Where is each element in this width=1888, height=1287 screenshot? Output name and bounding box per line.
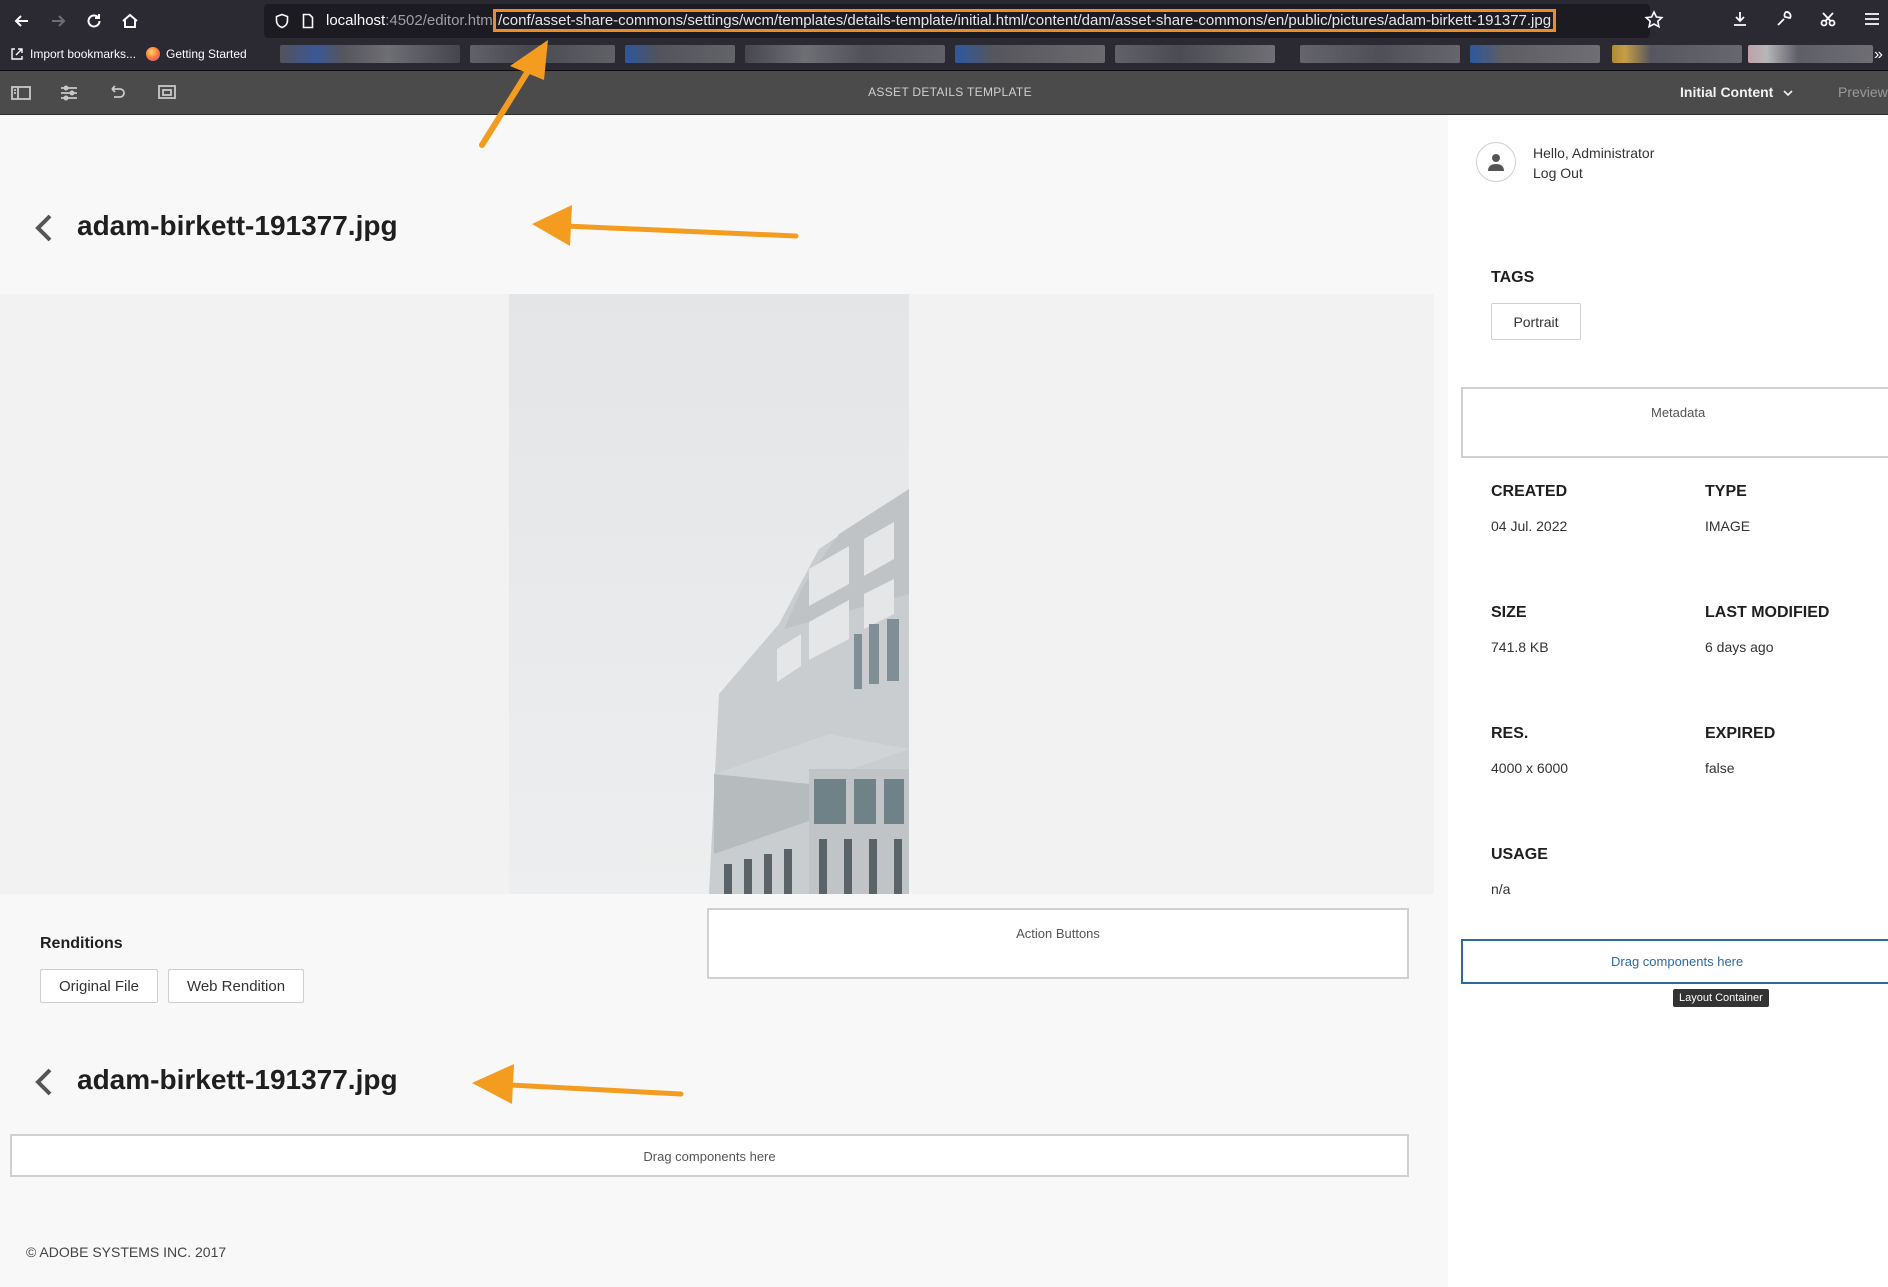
home-icon[interactable] <box>118 9 142 33</box>
drag-components-placeholder[interactable]: Drag components here <box>10 1134 1409 1177</box>
created-label: CREATED <box>1491 483 1568 500</box>
last-modified-value: 6 days ago <box>1705 639 1774 655</box>
tools-wrench-icon[interactable] <box>1774 9 1794 34</box>
resolution-value: 4000 x 6000 <box>1491 760 1569 776</box>
usage-label: USAGE <box>1491 846 1548 863</box>
created-value: 04 Jul. 2022 <box>1491 518 1568 534</box>
screenshot-icon[interactable] <box>1818 9 1838 34</box>
size-label: SIZE <box>1491 604 1527 621</box>
import-icon <box>11 48 23 60</box>
user-greeting-block: Hello, Administrator Log Out <box>1533 143 1654 183</box>
back-icon[interactable] <box>10 9 34 33</box>
toolbar-right <box>1730 9 1882 34</box>
bookmark-star-icon[interactable] <box>1644 10 1664 35</box>
reload-icon[interactable] <box>82 9 106 33</box>
url-port-path: :4502/editor.html <box>385 12 497 29</box>
blurred-bookmark <box>745 45 945 63</box>
firefox-icon <box>146 47 160 61</box>
url-host: localhost <box>326 12 386 29</box>
bookmark-getting-started[interactable]: Getting Started <box>146 47 247 61</box>
blurred-bookmark <box>470 45 615 63</box>
type-label: TYPE <box>1705 483 1747 500</box>
chevron-down-icon <box>1783 89 1793 96</box>
url-bar[interactable]: localhost:4502/editor.html/conf/asset-sh… <box>264 4 1650 38</box>
url-text: localhost:4502/editor.html/conf/asset-sh… <box>326 4 1557 38</box>
mode-label: Initial Content <box>1680 84 1774 100</box>
user-greeting: Hello, Administrator <box>1533 145 1655 161</box>
original-file-button[interactable]: Original File <box>40 969 158 1003</box>
blurred-bookmark <box>1748 45 1873 63</box>
resolution-label: RES. <box>1491 725 1529 742</box>
blurred-bookmark <box>955 45 1105 63</box>
back-chevron-icon[interactable] <box>32 212 56 244</box>
asset-title-bottom: adam-birkett-191377.jpg <box>77 1064 398 1095</box>
blurred-bookmark <box>1470 45 1600 63</box>
expired-label: EXPIRED <box>1705 725 1776 742</box>
menu-icon[interactable] <box>1862 9 1882 34</box>
usage-value: n/a <box>1491 881 1511 897</box>
downloads-icon[interactable] <box>1730 9 1750 34</box>
renditions-heading: Renditions <box>40 935 123 952</box>
template-title: ASSET DETAILS TEMPLATE <box>868 85 1032 99</box>
bookmark-import[interactable]: Import bookmarks... <box>10 47 136 61</box>
bookmark-import-label: Import bookmarks... <box>30 47 137 61</box>
tag-portrait[interactable]: Portrait <box>1491 303 1581 340</box>
editor-toolbar: ASSET DETAILS TEMPLATE Initial Content P… <box>0 71 1888 115</box>
forward-icon[interactable] <box>46 9 70 33</box>
expired-value: false <box>1705 760 1735 776</box>
blurred-bookmark <box>625 45 735 63</box>
last-modified-label: LAST MODIFIED <box>1705 604 1830 621</box>
preview-button[interactable]: Preview <box>1838 71 1888 114</box>
tags-heading: TAGS <box>1491 269 1535 286</box>
metadata-placeholder[interactable]: Metadata <box>1461 387 1888 458</box>
web-rendition-button[interactable]: Web Rendition <box>168 969 304 1003</box>
footer-copyright: © ADOBE SYSTEMS INC. 2017 <box>26 1244 227 1260</box>
blurred-bookmark <box>1612 45 1742 63</box>
asset-title: adam-birkett-191377.jpg <box>77 210 398 241</box>
browser-toolbar: localhost:4502/editor.html/conf/asset-sh… <box>0 0 1888 42</box>
type-value: IMAGE <box>1705 518 1751 534</box>
page-icon[interactable] <box>300 13 316 29</box>
size-value: 741.8 KB <box>1491 639 1549 655</box>
shield-icon[interactable] <box>274 13 290 29</box>
logout-link[interactable]: Log Out <box>1533 163 1654 183</box>
blurred-bookmark <box>280 45 460 63</box>
sidebar <box>1448 115 1888 1287</box>
layout-container-tooltip: Layout Container <box>1673 989 1769 1007</box>
mode-selector[interactable]: Initial Content <box>1680 71 1793 114</box>
asset-image <box>509 294 909 894</box>
url-highlighted-path: /conf/asset-share-commons/settings/wcm/t… <box>493 9 1557 32</box>
blurred-bookmark <box>1115 45 1275 63</box>
asset-preview-area <box>0 294 1434 894</box>
back-chevron-icon[interactable] <box>32 1066 56 1098</box>
action-buttons-placeholder[interactable]: Action Buttons <box>707 908 1409 979</box>
sidebar-drag-components-placeholder[interactable]: Drag components here <box>1461 939 1888 984</box>
overflow-chevron-icon[interactable]: » <box>1874 46 1883 64</box>
user-avatar-icon[interactable] <box>1476 142 1516 182</box>
blurred-bookmark <box>1300 45 1460 63</box>
bookmark-getting-started-label: Getting Started <box>166 47 247 61</box>
